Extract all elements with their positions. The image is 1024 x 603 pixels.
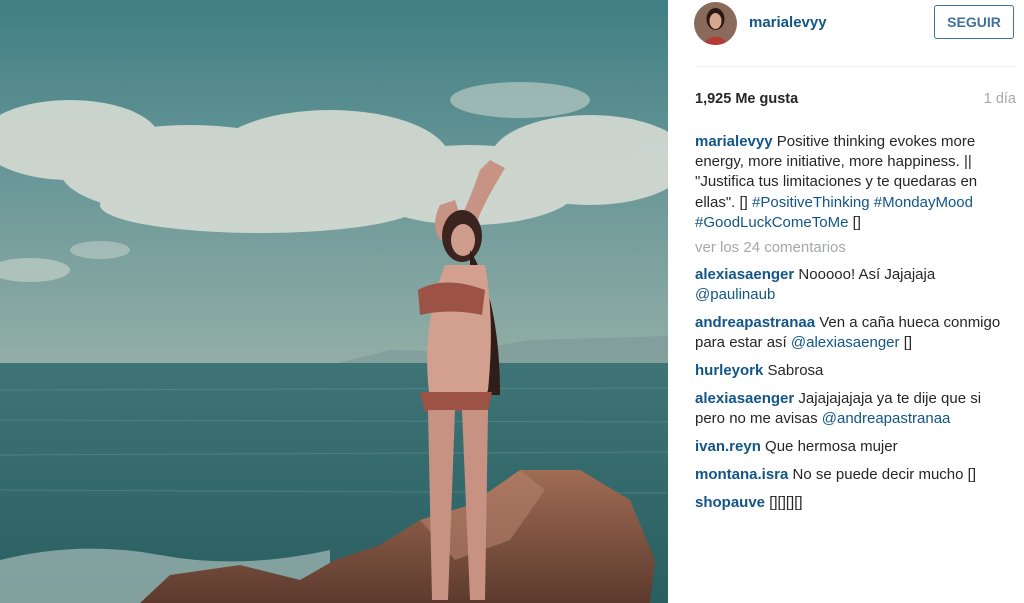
comment-username[interactable]: alexiasaenger <box>695 390 794 407</box>
likes-count[interactable]: 1,925 Me gusta <box>695 91 798 107</box>
caption-tail: [] <box>852 213 861 231</box>
comment-item: montana.isra No se puede decir mucho [] <box>695 465 1010 485</box>
post-age[interactable]: 1 día <box>984 91 1016 107</box>
comment-text: [][][][] <box>769 493 803 511</box>
comment-username[interactable]: andreapastranaa <box>695 314 815 331</box>
comment-username[interactable]: montana.isra <box>695 466 788 483</box>
comment-username[interactable]: ivan.reyn <box>695 438 761 455</box>
comment-tail: [] <box>903 334 913 352</box>
hashtag-link[interactable]: #MondayMood <box>874 194 973 211</box>
comment-item: alexiasaenger Nooooo! Así Jajajaja @paul… <box>695 265 1010 305</box>
avatar-image <box>694 2 737 45</box>
comment-item: hurleyork Sabrosa <box>695 361 1010 381</box>
hashtag-link[interactable]: #PositiveThinking <box>752 194 870 211</box>
follow-button[interactable]: SEGUIR <box>934 5 1014 39</box>
view-all-comments-link[interactable]: ver los 24 comentarios <box>695 238 1010 258</box>
caption-username[interactable]: marialevyy <box>695 133 773 150</box>
mention-link[interactable]: @andreapastranaa <box>822 410 951 427</box>
comment-text: Que hermosa mujer <box>765 438 898 456</box>
caption: marialevyy Positive thinking evokes more… <box>695 132 1010 233</box>
comment-item: andreapastranaa Ven a caña hueca conmigo… <box>695 313 1010 353</box>
avatar[interactable] <box>694 2 737 45</box>
post-side-panel: marialevyy SEGUIR 1,925 Me gusta 1 día m… <box>668 0 1024 603</box>
header-username[interactable]: marialevyy <box>749 14 827 31</box>
header-divider <box>695 66 1016 67</box>
mention-link[interactable]: @paulinaub <box>695 286 775 303</box>
comment-text: No se puede decir mucho [] <box>792 465 976 483</box>
post-photo[interactable] <box>0 0 668 603</box>
comment-text: Nooooo! Así Jajajaja <box>798 266 936 284</box>
comment-item: ivan.reyn Que hermosa mujer <box>695 437 1010 457</box>
hashtag-link[interactable]: #GoodLuckComeToMe <box>695 214 848 231</box>
comment-item: alexiasaenger Jajajajajaja ya te dije qu… <box>695 389 1010 429</box>
mention-link[interactable]: @alexiasaenger <box>791 334 900 351</box>
comment-username[interactable]: hurleyork <box>695 362 763 379</box>
comment-text: Sabrosa <box>767 362 824 380</box>
post-header: marialevyy SEGUIR <box>668 0 1024 66</box>
comment-username[interactable]: alexiasaenger <box>695 266 794 283</box>
beach-photo-image <box>0 0 668 603</box>
comment-username[interactable]: shopauve <box>695 494 765 511</box>
comment-thread: marialevyy Positive thinking evokes more… <box>695 132 1010 520</box>
comment-item: shopauve [][][][] <box>695 493 1010 513</box>
